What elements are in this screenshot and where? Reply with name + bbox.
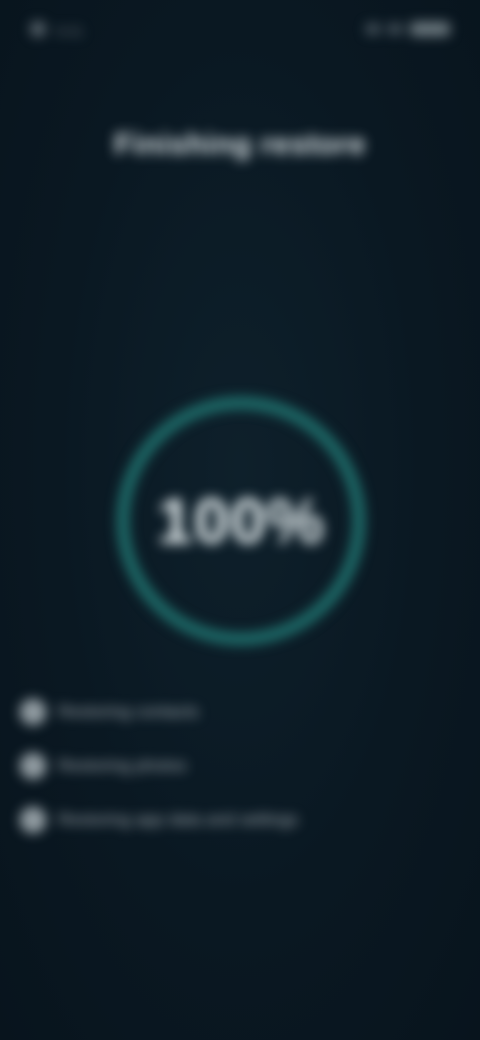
step-label: Restoring contacts (58, 702, 199, 721)
list-item: ✓ Restoring photos (20, 752, 460, 780)
restore-screen: 9:41 Finishing restore 100% ✓ Restoring … (0, 0, 480, 1040)
step-label: Restoring photos (58, 756, 187, 775)
progress-percent: 100% (157, 485, 325, 557)
page-title: Finishing restore (114, 128, 366, 161)
notification-icon (30, 21, 46, 37)
status-time: 9:41 (56, 23, 84, 39)
blur-layer: 9:41 Finishing restore 100% ✓ Restoring … (0, 0, 480, 1040)
status-left: 9:41 (30, 21, 116, 39)
restore-steps-list: ✓ Restoring contacts ✓ Restoring photos … (20, 698, 460, 860)
list-item: ✓ Restoring contacts (20, 698, 460, 726)
check-icon: ✓ (20, 699, 46, 725)
list-item: ✓ Restoring app data and settings (20, 806, 460, 834)
wifi-icon (388, 24, 402, 34)
step-label: Restoring app data and settings (58, 810, 299, 829)
signal-icon (366, 24, 380, 34)
status-right (366, 22, 450, 36)
status-bar: 9:41 (30, 14, 450, 44)
check-icon: ✓ (20, 807, 46, 833)
progress-ring: 100% (110, 390, 372, 652)
battery-icon (410, 22, 450, 36)
check-icon: ✓ (20, 753, 46, 779)
